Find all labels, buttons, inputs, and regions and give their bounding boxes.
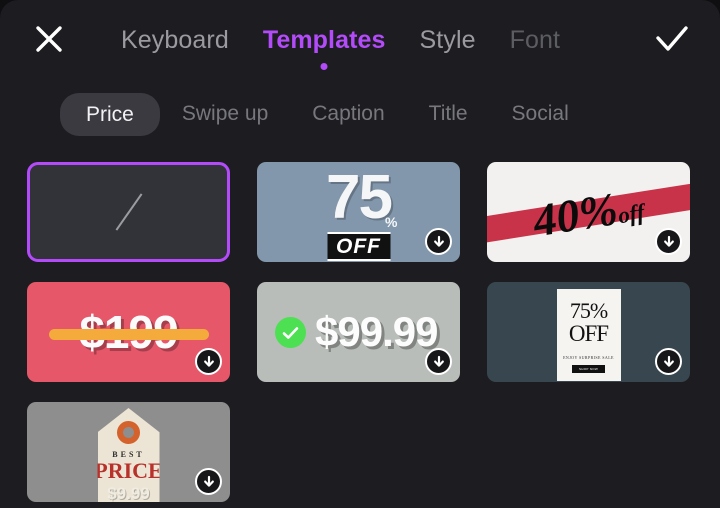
tab-keyboard-label: Keyboard — [121, 25, 229, 54]
check-circle-icon — [275, 317, 306, 348]
download-icon — [203, 355, 214, 367]
category-tab-social-label: Social — [511, 102, 569, 125]
check-icon — [656, 26, 688, 51]
tab-templates[interactable]: Templates — [246, 25, 403, 70]
tab-style-label: Style — [419, 25, 476, 54]
template-label-main: PRICE — [94, 458, 163, 483]
category-tab-title[interactable]: Title — [407, 96, 490, 132]
category-tab-caption-label: Caption — [312, 102, 385, 125]
no-template-slash-icon — [115, 193, 142, 231]
template-preview: 75% OFF ENJOY SURPRISE SALE SHOP NOW — [556, 289, 621, 381]
close-icon — [36, 26, 62, 52]
template-price: $99.99 — [315, 308, 438, 355]
top-tab-list: Keyboard Templates Style Font — [104, 19, 577, 70]
template-grid: 75 % OFF 40%off $99.99 75% OFF ENJOY SUR… — [27, 162, 720, 502]
template-card-40-percent-off-banner[interactable]: 40%off — [487, 162, 690, 262]
download-icon — [663, 235, 674, 247]
template-preview: 40%off — [529, 182, 648, 253]
download-icon — [203, 475, 214, 487]
template-line2: OFF — [568, 321, 609, 346]
download-button[interactable] — [195, 348, 222, 375]
category-tab-list: Price Swipe up Caption Title Social — [0, 88, 720, 140]
check-mark-icon — [282, 326, 299, 339]
template-percent-sign: % — [385, 214, 398, 230]
download-button[interactable] — [195, 468, 222, 495]
tab-font-label: Font — [509, 25, 561, 54]
template-off-label: OFF — [327, 232, 390, 261]
tag-hole-icon — [117, 421, 140, 444]
download-button[interactable] — [655, 228, 682, 255]
category-tab-caption[interactable]: Caption — [290, 96, 406, 132]
download-icon — [433, 235, 444, 247]
template-suffix: off — [615, 199, 646, 229]
template-card-none[interactable] — [27, 162, 230, 262]
template-strikethrough-bar — [49, 329, 209, 340]
download-icon — [663, 355, 674, 367]
template-number: 75 — [326, 163, 393, 232]
category-tab-swipe-up[interactable]: Swipe up — [160, 96, 290, 132]
template-subtitle: ENJOY SURPRISE SALE — [563, 354, 614, 361]
template-line1: 75% — [569, 298, 608, 323]
download-button[interactable] — [655, 348, 682, 375]
category-tab-social[interactable]: Social — [490, 96, 591, 132]
template-value: 40% — [529, 182, 621, 247]
template-card-75-percent-off-poster[interactable]: 75% OFF ENJOY SURPRISE SALE SHOP NOW — [487, 282, 690, 382]
template-card-best-price-tag[interactable]: BEST PRICE $9.99 — [27, 402, 230, 502]
tab-font[interactable]: Font — [493, 26, 577, 55]
category-tab-price[interactable]: Price — [60, 92, 160, 136]
tab-style[interactable]: Style — [403, 26, 493, 55]
download-button[interactable] — [425, 348, 452, 375]
download-icon — [433, 355, 444, 367]
confirm-button[interactable] — [650, 20, 694, 58]
template-card-75-percent-off-bold[interactable]: 75 % OFF — [257, 162, 460, 262]
tab-keyboard[interactable]: Keyboard — [104, 26, 246, 55]
category-tab-title-label: Title — [428, 102, 468, 125]
tab-list-fade-overlay — [600, 14, 652, 66]
tab-templates-label: Templates — [262, 25, 386, 54]
download-button[interactable] — [425, 228, 452, 255]
active-tab-indicator-dot — [320, 62, 328, 70]
template-amount: $9.99 — [107, 484, 150, 502]
template-card-price-199-struck[interactable]: $199 — [27, 282, 230, 382]
template-preview: BEST PRICE $9.99 — [97, 408, 160, 502]
template-cta-button: SHOP NOW — [571, 365, 605, 373]
template-card-price-99-99-check[interactable]: $99.99 — [257, 282, 460, 382]
top-navigation-bar: Keyboard Templates Style Font — [0, 0, 720, 76]
category-tab-swipe-up-label: Swipe up — [181, 102, 269, 125]
close-button[interactable] — [30, 20, 68, 58]
template-picker-panel: Keyboard Templates Style Font Price Swip… — [0, 0, 720, 508]
category-tab-price-label: Price — [86, 102, 134, 126]
